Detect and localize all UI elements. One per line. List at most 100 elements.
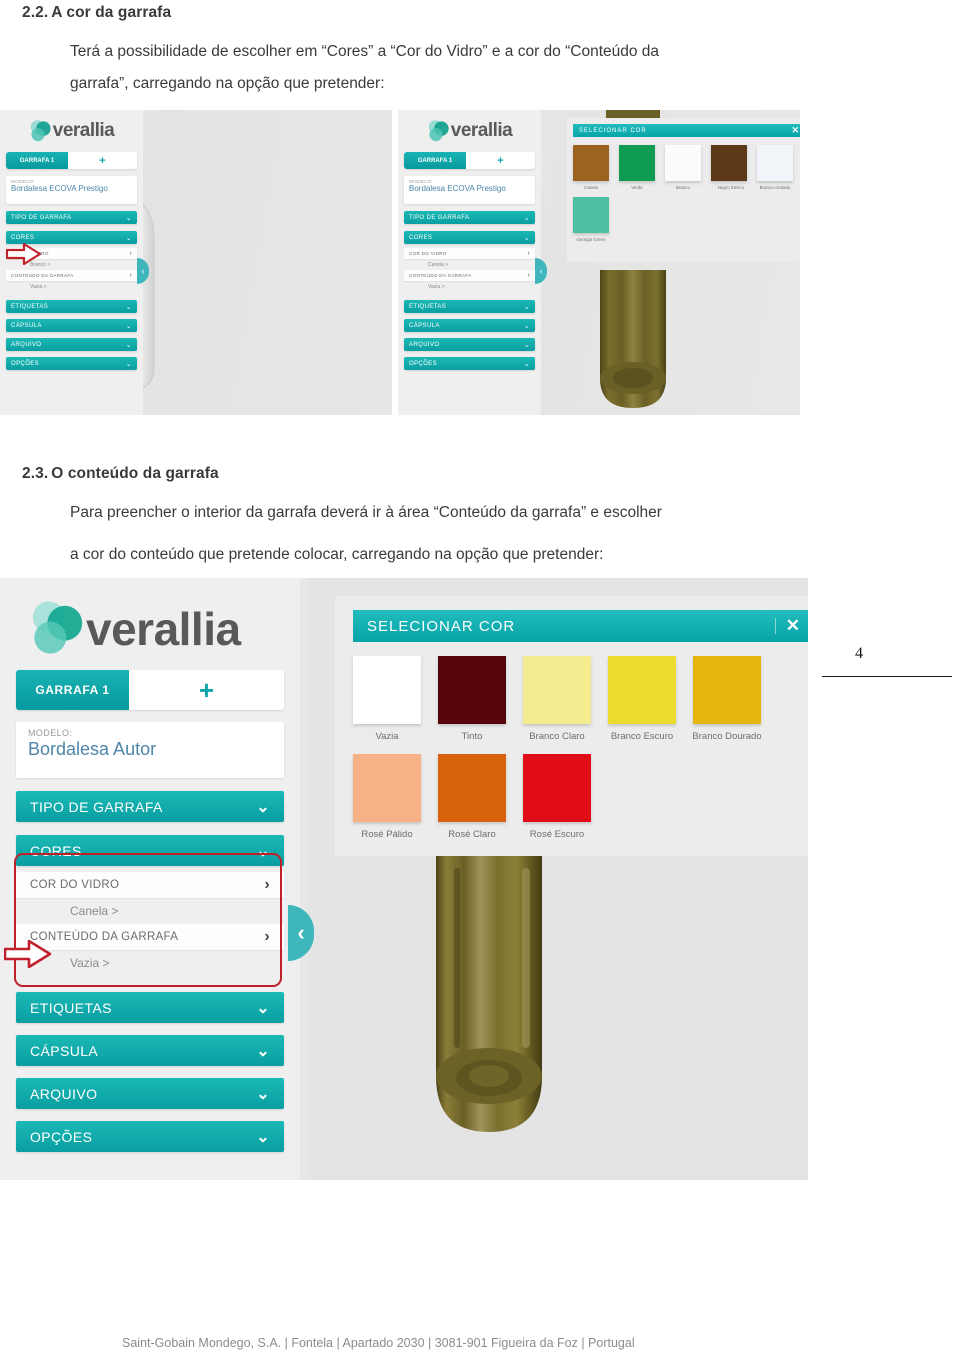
swatch-color[interactable] [353,754,421,822]
section-etiquetas-2[interactable]: ETIQUETAS ⌄ [16,992,284,1023]
tab-garrafa-1[interactable]: GARRAFA 1 [6,152,68,169]
add-bottle-plus-icon[interactable]: + [129,670,284,710]
chevron-down-icon[interactable]: ⌄ [126,234,132,242]
section-opcoes-1b[interactable]: OPÇÕES ⌄ [404,357,535,370]
chevron-right-icon[interactable]: › [129,272,132,279]
bottle-tabs-1b[interactable]: GARRAFA 1 + [404,152,535,169]
section-capsula-1b[interactable]: CÁPSULA ⌄ [404,319,535,332]
swatch-color[interactable] [711,145,747,181]
section-arquivo-1b[interactable]: ARQUIVO ⌄ [404,338,535,351]
section-number: 2.2. [22,4,49,21]
glass-swatch-grid: Canela Verde Branco Negro Ibérico Branco… [573,145,800,242]
section-label: OPÇÕES [409,360,438,367]
chevron-down-icon[interactable]: ⌄ [256,1041,270,1061]
section-capsula-2[interactable]: CÁPSULA ⌄ [16,1035,284,1066]
row-conteudo-da-garrafa-1a[interactable]: CONTEÚDO DA GARRAFA › [6,270,137,281]
swatch-color[interactable] [665,145,701,181]
swatch-color[interactable] [619,145,655,181]
swatch-label: Negro Ibérico [717,185,745,190]
close-icon[interactable]: ✕ [786,616,801,636]
swatch-cell[interactable]: Rosé Escuro [523,754,608,840]
swatch-cell[interactable]: Branco Escuro [608,656,693,742]
picker-title-bar: SELECIONAR COR ✕ [573,124,800,137]
chevron-down-icon[interactable]: ⌄ [524,360,530,368]
swatch-color[interactable] [353,656,421,724]
swatch-color[interactable] [523,656,591,724]
chevron-down-icon[interactable]: ⌄ [256,1084,270,1104]
add-bottle-plus-icon[interactable]: + [68,152,137,169]
chevron-right-icon[interactable]: › [527,250,530,257]
section-arquivo-2[interactable]: ARQUIVO ⌄ [16,1078,284,1109]
swatch-color[interactable] [757,145,793,181]
section-opcoes-1a[interactable]: OPÇÕES ⌄ [6,357,137,370]
swatch-cell[interactable]: Tinto [438,656,523,742]
swatch-color[interactable] [573,197,609,233]
chevron-down-icon[interactable]: ⌄ [524,303,530,311]
swatch-color[interactable] [608,656,676,724]
swatch-label: Rosé Pálido [361,829,413,840]
swatch-cell[interactable]: Georgia Green [573,197,619,242]
value-conteudo-1b[interactable]: Vazia > [404,281,535,292]
swatch-label: Branco Escuro [610,731,674,742]
section-opcoes-2[interactable]: OPÇÕES ⌄ [16,1121,284,1152]
value-cor-do-vidro-1b[interactable]: Canela > [404,259,535,270]
section-cores-1b[interactable]: CORES ⌄ [404,231,535,244]
chevron-right-icon[interactable]: › [527,272,530,279]
bottle-tabs-2[interactable]: GARRAFA 1 + [16,670,284,710]
chevron-down-icon[interactable]: ⌄ [126,303,132,311]
swatch-color[interactable] [438,754,506,822]
swatch-cell[interactable]: Canela [573,145,619,190]
section-label: CÁPSULA [30,1042,99,1059]
tab-garrafa-1[interactable]: GARRAFA 1 [404,152,466,169]
swatch-cell[interactable]: Rosé Pálido [353,754,438,840]
swatch-color[interactable] [523,754,591,822]
section-tipo-de-garrafa-1b[interactable]: TIPO DE GARRAFA ⌄ [404,211,535,224]
swatch-label: Branco Dourado [692,731,762,742]
content-swatch-grid: Vazia Tinto Branco Claro Branco Escuro B… [353,656,808,840]
modelo-box-1a: MODELO: Bordalesa ECOVA Prestigo [6,176,137,204]
section-etiquetas-1a[interactable]: ETIQUETAS ⌄ [6,300,137,313]
glass-color-picker-modal: SELECIONAR COR ✕ Canela Verde Branco Neg… [567,118,800,262]
chevron-down-icon[interactable]: ⌄ [126,341,132,349]
chevron-down-icon[interactable]: ⌄ [524,341,530,349]
swatch-cell[interactable]: Branco Dourado [692,656,778,742]
swatch-cell[interactable]: Negro Ibérico [711,145,757,190]
close-icon[interactable]: ✕ [791,125,800,136]
swatch-color[interactable] [438,656,506,724]
chevron-down-icon[interactable]: ⌄ [524,234,530,242]
chevron-down-icon[interactable]: ⌄ [126,322,132,330]
swatch-cell[interactable]: Vazia [353,656,438,742]
screenshot-configurator-white-glass: verallia GARRAFA 1 + MODELO: Bordalesa E… [0,110,392,415]
bottle-tabs-1a[interactable]: GARRAFA 1 + [6,152,137,169]
swatch-cell[interactable]: Branco Claro [523,656,608,742]
section-tipo-de-garrafa-2[interactable]: TIPO DE GARRAFA ⌄ [16,791,284,822]
swatch-cell[interactable]: Rosé Claro [438,754,523,840]
chevron-right-icon[interactable]: › [129,250,132,257]
swatch-cell[interactable]: Branco [665,145,711,190]
swatch-color[interactable] [573,145,609,181]
chevron-down-icon[interactable]: ⌄ [256,1127,270,1147]
add-bottle-plus-icon[interactable]: + [466,152,535,169]
swatch-color[interactable] [693,656,761,724]
chevron-down-icon[interactable]: ⌄ [126,214,132,222]
swatch-cell[interactable]: Branco Azulado [757,145,800,190]
section-arquivo-1a[interactable]: ARQUIVO ⌄ [6,338,137,351]
chevron-down-icon[interactable]: ⌄ [256,998,270,1018]
modelo-box-2: MODELO: Bordalesa Autor [16,722,284,778]
value-conteudo-1a[interactable]: Vazia > [6,281,137,292]
section-label: ARQUIVO [30,1085,98,1102]
chevron-down-icon[interactable]: ⌄ [126,360,132,368]
chevron-down-icon[interactable]: ⌄ [256,797,270,817]
section-etiquetas-1b[interactable]: ETIQUETAS ⌄ [404,300,535,313]
row-cor-do-vidro-1b[interactable]: COR DO VIDRO › [404,248,535,259]
row-conteudo-da-garrafa-1b[interactable]: CONTEÚDO DA GARRAFA › [404,270,535,281]
section-capsula-1a[interactable]: CÁPSULA ⌄ [6,319,137,332]
swatch-label: Branco [676,185,690,190]
picker-title-bar: SELECIONAR COR ✕ [353,610,808,642]
chevron-down-icon[interactable]: ⌄ [524,214,530,222]
section-tipo-de-garrafa-1a[interactable]: TIPO DE GARRAFA ⌄ [6,211,137,224]
tab-garrafa-1[interactable]: GARRAFA 1 [16,670,129,710]
chevron-down-icon[interactable]: ⌄ [524,322,530,330]
swatch-label: Branco Azulado [759,185,791,190]
swatch-cell[interactable]: Verde [619,145,665,190]
